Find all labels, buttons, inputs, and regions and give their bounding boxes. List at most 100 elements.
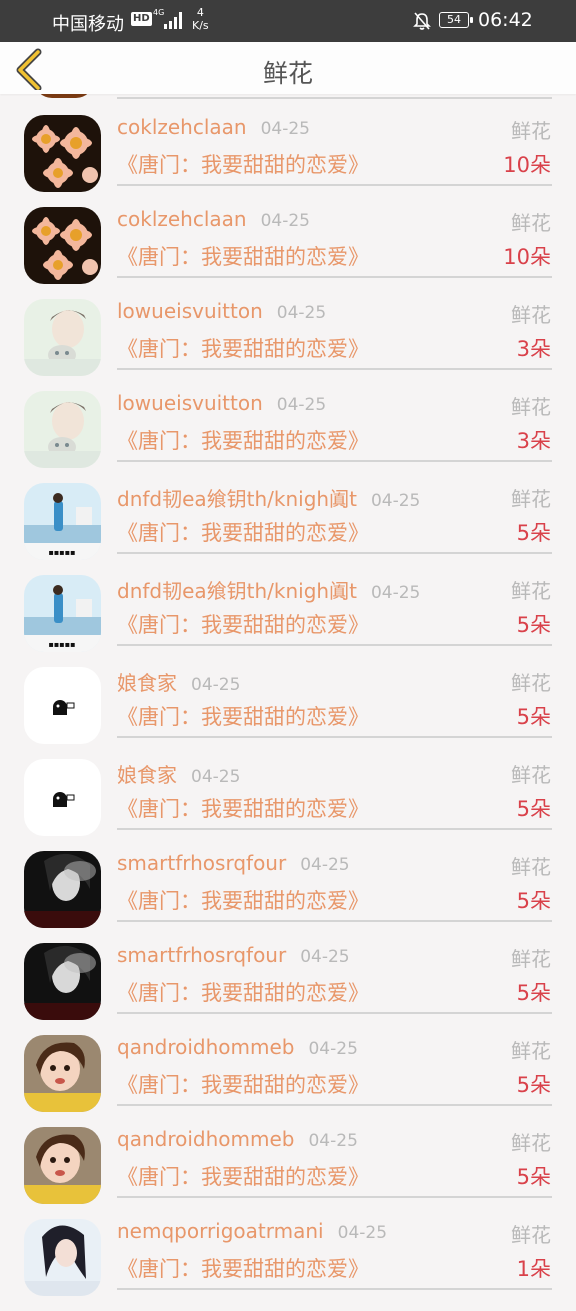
divider [117, 1104, 552, 1106]
hd-badge: HD [131, 12, 152, 26]
book-title[interactable]: 《唐门：我要甜甜的恋爱》 [117, 333, 369, 363]
book-title[interactable]: 《唐门：我要甜甜的恋爱》 [117, 609, 369, 639]
network-speed: 4 K/s [192, 6, 209, 32]
svg-text:▪▪▪▪▪: ▪▪▪▪▪ [48, 548, 75, 557]
avatar[interactable] [24, 943, 101, 1020]
gift-count: 1朵 [516, 1257, 551, 1281]
network-type: 4G [153, 8, 165, 17]
gift-date: 04-25 [300, 947, 350, 967]
gift-date: 04-25 [260, 211, 310, 231]
username[interactable]: nemqporrigoatrmani 04-25 [117, 1219, 387, 1243]
book-title[interactable]: 《唐门：我要甜甜的恋爱》 [117, 1253, 369, 1283]
battery-indicator: 54 [439, 12, 473, 28]
book-title[interactable]: 《唐门：我要甜甜的恋爱》 [117, 425, 369, 455]
book-title[interactable]: 《唐门：我要甜甜的恋爱》 [117, 977, 369, 1007]
gift-type: 鲜花 [511, 855, 551, 879]
gift-type: 鲜花 [511, 947, 551, 971]
username[interactable]: dnfd韧ea飨钥th/knigh阗t 04-25 [117, 483, 420, 512]
avatar[interactable] [24, 1219, 101, 1296]
gift-date: 04-25 [276, 395, 327, 415]
list-item[interactable]: smartfrhosrqfour 04-25 鲜花 《唐门：我要甜甜的恋爱》 5朵 [0, 851, 576, 943]
gift-type: 鲜花 [511, 763, 551, 787]
book-title[interactable]: 《唐门：我要甜甜的恋爱》 [117, 793, 369, 823]
username[interactable]: smartfrhosrqfour 04-25 [117, 943, 350, 967]
gift-type: 鲜花 [511, 1131, 551, 1155]
list-item[interactable]: ▪▪▪▪▪ dnfd韧ea飨钥th/knigh阗t 04-25 鲜花 《唐门：我要… [0, 575, 576, 667]
username-text: 娘食家 [117, 671, 177, 695]
avatar[interactable] [24, 1127, 101, 1204]
gift-count: 5朵 [516, 797, 551, 821]
avatar[interactable]: ▪▪▪▪▪ [24, 575, 101, 652]
divider [117, 828, 552, 830]
avatar[interactable] [24, 207, 101, 284]
list-item[interactable]: lowueisvuitton 04-25 鲜花 《唐门：我要甜甜的恋爱》 3朵 [0, 391, 576, 483]
avatar[interactable] [24, 299, 101, 376]
list-item[interactable]: qandroidhommeb 04-25 鲜花 《唐门：我要甜甜的恋爱》 5朵 [0, 1127, 576, 1219]
avatar[interactable] [24, 667, 101, 744]
bell-muted-icon [413, 12, 431, 30]
username[interactable]: qandroidhommeb 04-25 [117, 1035, 358, 1059]
list-item[interactable]: 娘食家 04-25 鲜花 《唐门：我要甜甜的恋爱》 5朵 [0, 759, 576, 851]
reward-list: coklzehclaan 04-25 鲜花 《唐门：我要甜甜的恋爱》 10朵 co… [0, 0, 576, 1296]
avatar[interactable] [24, 851, 101, 928]
username-text: smartfrhosrqfour [117, 851, 287, 875]
username-text: qandroidhommeb [117, 1035, 295, 1059]
divider [117, 368, 552, 370]
username[interactable]: coklzehclaan 04-25 [117, 207, 310, 231]
avatar[interactable] [24, 391, 101, 468]
avatar[interactable] [24, 115, 101, 192]
list-item[interactable]: coklzehclaan 04-25 鲜花 《唐门：我要甜甜的恋爱》 10朵 [0, 207, 576, 299]
book-title[interactable]: 《唐门：我要甜甜的恋爱》 [117, 1161, 369, 1191]
gift-count: 5朵 [516, 1073, 551, 1097]
username[interactable]: 娘食家 04-25 [117, 667, 240, 696]
divider [117, 1288, 552, 1290]
gift-count: 3朵 [516, 337, 551, 361]
book-title[interactable]: 《唐门：我要甜甜的恋爱》 [117, 149, 369, 179]
divider [117, 1012, 552, 1014]
gift-count: 5朵 [516, 613, 551, 637]
gift-date: 04-25 [370, 583, 421, 603]
gift-type: 鲜花 [511, 671, 551, 695]
username-text: qandroidhommeb [117, 1127, 295, 1151]
speed-value: 4 [196, 6, 204, 19]
divider [117, 1196, 552, 1198]
list-item[interactable]: nemqporrigoatrmani 04-25 鲜花 《唐门：我要甜甜的恋爱》 … [0, 1219, 576, 1311]
book-title[interactable]: 《唐门：我要甜甜的恋爱》 [117, 701, 369, 731]
username-text: 娘食家 [117, 763, 177, 787]
list-item[interactable]: qandroidhommeb 04-25 鲜花 《唐门：我要甜甜的恋爱》 5朵 [0, 1035, 576, 1127]
username[interactable]: qandroidhommeb 04-25 [117, 1127, 358, 1151]
gift-count: 5朵 [516, 889, 551, 913]
username[interactable]: lowueisvuitton 04-25 [117, 299, 326, 323]
list-item[interactable]: smartfrhosrqfour 04-25 鲜花 《唐门：我要甜甜的恋爱》 5朵 [0, 943, 576, 1035]
username-text: coklzehclaan [117, 207, 247, 231]
avatar[interactable]: ▪▪▪▪▪ [24, 483, 101, 560]
gift-type: 鲜花 [511, 303, 551, 327]
username-text: coklzehclaan [117, 115, 247, 139]
list-item[interactable]: coklzehclaan 04-25 鲜花 《唐门：我要甜甜的恋爱》 10朵 [0, 115, 576, 207]
book-title[interactable]: 《唐门：我要甜甜的恋爱》 [117, 885, 369, 915]
gift-count: 5朵 [516, 1165, 551, 1189]
gift-date: 04-25 [260, 119, 310, 139]
username-text: smartfrhosrqfour [117, 943, 287, 967]
book-title[interactable]: 《唐门：我要甜甜的恋爱》 [117, 1069, 369, 1099]
username[interactable]: lowueisvuitton 04-25 [117, 391, 326, 415]
book-title[interactable]: 《唐门：我要甜甜的恋爱》 [117, 517, 369, 547]
username[interactable]: 娘食家 04-25 [117, 759, 240, 788]
gift-date: 04-25 [370, 491, 421, 511]
username[interactable]: coklzehclaan 04-25 [117, 115, 310, 139]
list-item[interactable]: 娘食家 04-25 鲜花 《唐门：我要甜甜的恋爱》 5朵 [0, 667, 576, 759]
gift-date: 04-25 [300, 855, 350, 875]
gift-count: 5朵 [516, 521, 551, 545]
gift-count: 5朵 [516, 705, 551, 729]
username-text: lowueisvuitton [117, 391, 263, 415]
username[interactable]: smartfrhosrqfour 04-25 [117, 851, 350, 875]
avatar[interactable] [24, 1035, 101, 1112]
divider [117, 736, 552, 738]
username[interactable]: dnfd韧ea飨钥th/knigh阗t 04-25 [117, 575, 420, 604]
svg-text:▪▪▪▪▪: ▪▪▪▪▪ [48, 640, 75, 649]
avatar[interactable] [24, 759, 101, 836]
list-item[interactable]: ▪▪▪▪▪ dnfd韧ea飨钥th/knigh阗t 04-25 鲜花 《唐门：我要… [0, 483, 576, 575]
book-title[interactable]: 《唐门：我要甜甜的恋爱》 [117, 241, 369, 271]
divider [117, 644, 552, 646]
list-item[interactable]: lowueisvuitton 04-25 鲜花 《唐门：我要甜甜的恋爱》 3朵 [0, 299, 576, 391]
